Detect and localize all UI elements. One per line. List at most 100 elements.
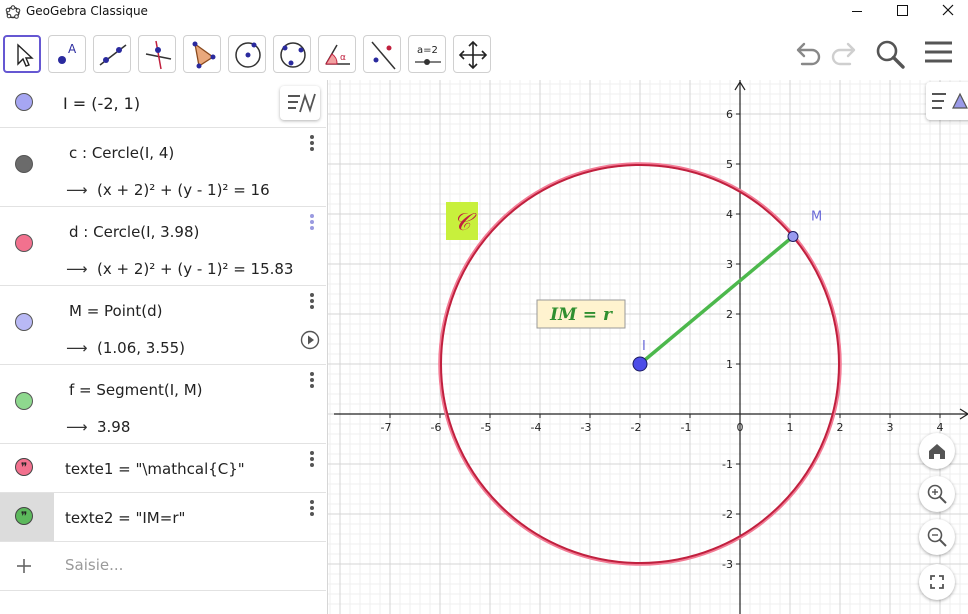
search-icon	[876, 40, 905, 69]
graphics-canvas[interactable]: -7 -5 -4 -3 -2 -1 0 1 2 3 4-6654321-1-2-3IM𝒞IM = r	[328, 80, 968, 614]
tool-reflect-about-line[interactable]	[363, 35, 401, 73]
visibility-marble[interactable]	[15, 93, 33, 111]
algebra-definition[interactable]: I = (-2, 1)	[63, 94, 140, 113]
close-button[interactable]	[922, 0, 968, 24]
zoom-in-button[interactable]	[919, 476, 955, 512]
x-tick-label: -3	[581, 421, 592, 434]
hamburger-menu-icon	[925, 41, 952, 63]
point-I-label: I	[642, 339, 646, 354]
text-object-quote-icon[interactable]: ❞	[15, 458, 33, 476]
maximize-icon	[897, 5, 908, 16]
y-tick-label: 3	[726, 258, 733, 271]
algebra-value: (x + 2)² + (y - 1)² = 15.83	[97, 260, 294, 278]
svg-text:A: A	[68, 42, 77, 56]
zoom-in-icon	[927, 484, 947, 504]
tool-circle-center-point[interactable]	[228, 35, 266, 73]
redo-button[interactable]	[826, 36, 862, 72]
more-options-button[interactable]	[306, 292, 318, 310]
tool-move[interactable]	[3, 35, 41, 73]
graphics-view[interactable]: -7 -5 -4 -3 -2 -1 0 1 2 3 4 -6 6 5 4 3 2 1 -1 -2 -3 I M 𝒞 IM = r	[328, 80, 968, 614]
algebra-row-c[interactable]: c : Cercle(I, 4) ⟶ (x + 2)² + (y - 1)² =…	[0, 128, 326, 207]
arrow-icon: ⟶	[66, 181, 88, 199]
visibility-marble[interactable]	[15, 155, 33, 173]
zoom-out-button[interactable]	[919, 519, 955, 555]
minimize-icon	[852, 11, 862, 12]
window-title: GeoGebra Classique	[26, 4, 148, 18]
minimize-button[interactable]	[834, 0, 880, 24]
circle-three-points-icon	[280, 42, 306, 68]
visibility-marble[interactable]	[15, 234, 33, 252]
x-tick-label: 1	[787, 421, 794, 434]
y-tick-label: 6	[726, 108, 733, 121]
search-button[interactable]	[872, 36, 908, 72]
more-options-button[interactable]	[306, 371, 318, 389]
more-options-button[interactable]	[306, 134, 318, 152]
algebra-row-I[interactable]: I = (-2, 1)	[0, 80, 326, 128]
maximize-button[interactable]	[880, 0, 926, 24]
algebra-value: (x + 2)² + (y - 1)² = 16	[97, 181, 270, 199]
graphics-style-button[interactable]	[926, 82, 968, 120]
undo-button[interactable]	[790, 36, 826, 72]
algebra-definition[interactable]: texte1 = "\mathcal{C}"	[65, 460, 245, 478]
algebra-definition[interactable]: texte2 = "IM=r"	[65, 509, 185, 527]
algebra-input[interactable]: Saisie...	[65, 556, 123, 574]
algebra-definition[interactable]: M = Point(d)	[69, 302, 163, 320]
close-icon	[942, 4, 954, 16]
more-options-button[interactable]	[306, 499, 318, 517]
x-tick-label: 0	[737, 421, 744, 434]
x-tick-label: -5	[481, 421, 492, 434]
undo-icon	[796, 42, 821, 66]
algebra-row-texte1[interactable]: ❞ texte1 = "\mathcal{C}"	[0, 444, 326, 493]
x-tick-label: -1	[681, 421, 692, 434]
tool-circle-three-points[interactable]	[273, 35, 311, 73]
slider-icon: a=2	[415, 45, 441, 65]
y-tick-label: 1	[726, 358, 733, 371]
circle-center-point-icon	[235, 42, 261, 68]
algebra-definition[interactable]: f = Segment(I, M)	[69, 381, 203, 399]
tool-slider[interactable]: a=2	[408, 35, 446, 73]
svg-text:α: α	[340, 53, 346, 63]
zoom-out-icon	[927, 527, 947, 547]
graphics-style-icon	[932, 92, 968, 109]
visibility-marble[interactable]	[15, 313, 33, 331]
text-object-quote-icon[interactable]: ❞	[15, 507, 33, 525]
more-options-button[interactable]	[306, 213, 318, 231]
y-tick-label: 4	[726, 208, 733, 221]
x-tick-label: -2	[631, 421, 642, 434]
arrow-icon: ⟶	[66, 260, 88, 278]
play-animation-icon[interactable]	[300, 330, 320, 350]
visibility-marble[interactable]	[15, 392, 33, 410]
tool-angle[interactable]: α	[318, 35, 356, 73]
tool-perpendicular-line[interactable]	[138, 35, 176, 73]
algebra-row-d[interactable]: d : Cercle(I, 3.98) ⟶ (x + 2)² + (y - 1)…	[0, 207, 326, 286]
tool-point[interactable]: A	[48, 35, 86, 73]
move-view-icon	[458, 40, 488, 70]
y-tick-label: -1	[722, 458, 733, 471]
algebra-value: 3.98	[97, 418, 131, 436]
perpendicular-line-icon	[145, 40, 172, 70]
tool-polygon[interactable]	[183, 35, 221, 73]
toolbar: A α a=2	[0, 24, 968, 80]
tool-move-graphics-view[interactable]	[453, 35, 491, 73]
more-options-button[interactable]	[306, 450, 318, 468]
y-tick-label: -2	[722, 508, 733, 521]
tool-line[interactable]	[93, 35, 131, 73]
arrow-icon: ⟶	[66, 418, 88, 436]
y-tick-label: 5	[726, 158, 733, 171]
algebra-definition[interactable]: c : Cercle(I, 4)	[69, 144, 174, 162]
main-menu-button[interactable]	[921, 36, 957, 72]
algebra-input-row[interactable]: Saisie...	[0, 542, 326, 591]
x-tick-label: 3	[887, 421, 894, 434]
algebra-definition[interactable]: d : Cercle(I, 3.98)	[69, 223, 199, 241]
algebra-row-M[interactable]: M = Point(d) ⟶ (1.06, 3.55)	[0, 286, 326, 365]
standard-view-button[interactable]	[919, 433, 955, 469]
arrow-icon: ⟶	[66, 339, 88, 357]
algebra-style-button[interactable]	[280, 86, 320, 120]
redo-icon	[831, 42, 856, 66]
algebra-row-texte2[interactable]: ❞ texte2 = "IM=r"	[0, 493, 326, 542]
fullscreen-button[interactable]	[919, 564, 955, 600]
algebra-row-f[interactable]: f = Segment(I, M) ⟶ 3.98	[0, 365, 326, 444]
angle-icon: α	[325, 44, 350, 65]
x-tick-label: 2	[837, 421, 844, 434]
x-tick-label: -7	[381, 421, 392, 434]
